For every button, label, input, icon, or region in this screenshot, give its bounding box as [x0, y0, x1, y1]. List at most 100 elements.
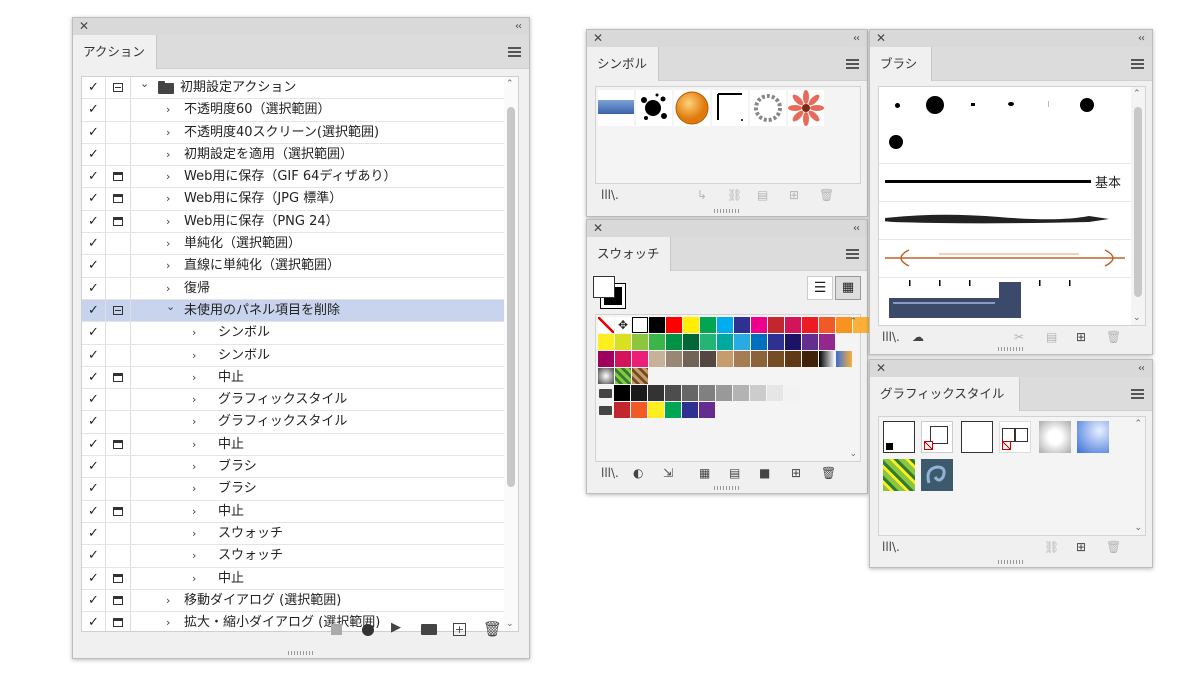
toggle-item-check-icon[interactable]: ✓	[82, 77, 106, 99]
symbol-options-icon[interactable]: ▤	[757, 188, 768, 202]
action-row[interactable]: ✓ ⌄ 未使用のパネル項目を削除	[82, 299, 518, 323]
toggle-item-check-icon[interactable]: ✓	[82, 344, 106, 366]
play-icon[interactable]: ▶	[391, 620, 401, 635]
swatch[interactable]	[682, 402, 698, 418]
library-icon[interactable]: lll\.	[882, 330, 900, 344]
style-green-pattern[interactable]	[883, 459, 915, 491]
break-link-icon[interactable]: ⛓	[727, 188, 742, 202]
toggle-dialog-cell[interactable]	[106, 121, 131, 143]
chevron-right-icon[interactable]: ›	[166, 122, 170, 144]
swatch[interactable]	[648, 385, 664, 401]
symbol-frame[interactable]	[712, 90, 748, 126]
toggle-dialog-cell[interactable]	[106, 77, 131, 99]
new-style-icon[interactable]: ⊞	[1076, 540, 1086, 554]
remove-stroke-icon[interactable]: ✂	[1014, 330, 1024, 344]
symbol-orange-button[interactable]	[674, 90, 710, 126]
panel-menu-icon[interactable]	[846, 249, 859, 259]
chevron-right-icon[interactable]: ›	[192, 345, 196, 367]
cc-libraries-icon[interactable]: ☁	[912, 330, 924, 344]
resize-grip[interactable]	[714, 209, 740, 213]
scroll-down-icon[interactable]: ⌄	[849, 449, 857, 459]
swatch[interactable]	[802, 317, 818, 333]
swatch[interactable]	[632, 351, 648, 367]
swatch[interactable]	[649, 317, 665, 333]
swatch[interactable]	[614, 402, 630, 418]
toggle-dialog-cell[interactable]	[106, 188, 131, 210]
stop-icon[interactable]	[331, 624, 342, 635]
collapse-icon[interactable]: ‹‹	[1138, 360, 1145, 377]
chevron-down-icon[interactable]: ⌄	[140, 77, 149, 95]
swatch[interactable]	[751, 317, 767, 333]
tab-graphic-styles[interactable]: グラフィックスタイル	[870, 377, 1020, 411]
actions-scrollbar[interactable]: ⌃ ⌄	[504, 77, 518, 631]
chevron-right-icon[interactable]: ›	[166, 188, 170, 210]
collapse-icon[interactable]: ‹‹	[1138, 30, 1145, 47]
swatch[interactable]	[700, 351, 716, 367]
toggle-dialog-cell[interactable]	[106, 277, 131, 299]
toggle-item-check-icon[interactable]: ✓	[82, 255, 106, 277]
delete-icon[interactable]: 🗑	[819, 188, 834, 202]
swatch[interactable]	[632, 317, 648, 333]
chevron-right-icon[interactable]: ›	[166, 255, 170, 277]
close-icon[interactable]: ✕	[593, 30, 603, 47]
fill-stroke-indicator[interactable]	[593, 276, 627, 310]
chevron-right-icon[interactable]: ›	[166, 166, 170, 188]
style-blue-glow[interactable]	[1077, 421, 1109, 453]
brush-decorative-art[interactable]	[879, 239, 1135, 275]
action-row[interactable]: ✓ › シンボル	[82, 322, 518, 345]
style-default-cmyk[interactable]	[921, 421, 953, 453]
brush-calligraphic-5[interactable]	[1031, 87, 1067, 123]
toggle-item-check-icon[interactable]: ✓	[82, 143, 106, 166]
resize-grip[interactable]	[998, 347, 1024, 351]
chevron-right-icon[interactable]: ›	[192, 568, 196, 590]
toggle-dialog-cell[interactable]	[106, 210, 131, 233]
chevron-right-icon[interactable]: ›	[166, 99, 170, 121]
toggle-item-check-icon[interactable]: ✓	[82, 366, 106, 389]
toggle-item-check-icon[interactable]: ✓	[82, 389, 106, 411]
swatch[interactable]	[785, 351, 801, 367]
resize-grip[interactable]	[714, 486, 740, 490]
library-icon[interactable]: lll\.	[601, 188, 619, 202]
toggle-item-check-icon[interactable]: ✓	[82, 188, 106, 210]
toggle-dialog-cell[interactable]	[106, 589, 131, 612]
symbol-blue-banner[interactable]	[598, 90, 634, 126]
toggle-item-check-icon[interactable]: ✓	[82, 277, 106, 299]
chevron-right-icon[interactable]: ›	[192, 523, 196, 545]
toggle-dialog-cell[interactable]	[106, 433, 131, 456]
swatch[interactable]	[733, 385, 749, 401]
swatch[interactable]	[614, 385, 630, 401]
panel-menu-icon[interactable]	[1131, 389, 1144, 399]
symbol-ring[interactable]	[750, 90, 786, 126]
toggle-dialog-cell[interactable]	[106, 478, 131, 500]
scroll-thumb[interactable]	[1134, 107, 1142, 297]
toggle-item-check-icon[interactable]: ✓	[82, 589, 106, 612]
toggle-item-check-icon[interactable]: ✓	[82, 478, 106, 500]
toggle-dialog-cell[interactable]	[106, 545, 131, 567]
swatch[interactable]	[615, 351, 631, 367]
toggle-dialog-cell[interactable]	[106, 522, 131, 545]
action-row[interactable]: ✓ › ブラシ	[82, 456, 518, 479]
chevron-right-icon[interactable]: ›	[166, 211, 170, 233]
chevron-right-icon[interactable]: ›	[166, 144, 170, 166]
swatch[interactable]	[767, 385, 783, 401]
chevron-down-icon[interactable]: ⌄	[166, 296, 175, 318]
swatch-pattern[interactable]	[615, 368, 631, 384]
panel-menu-icon[interactable]	[1131, 59, 1144, 69]
panel-menu-icon[interactable]	[508, 47, 521, 57]
toggle-dialog-cell[interactable]	[106, 344, 131, 366]
action-row[interactable]: ✓ › 復帰	[82, 277, 518, 300]
brush-options-icon[interactable]: ▤	[1046, 330, 1057, 344]
color-group-folder-icon[interactable]	[599, 406, 612, 415]
swatch[interactable]	[700, 317, 716, 333]
swatch-pattern[interactable]	[598, 368, 614, 384]
swatch[interactable]	[716, 385, 732, 401]
panel-menu-icon[interactable]	[846, 59, 859, 69]
swatch[interactable]	[751, 334, 767, 350]
swatch[interactable]	[785, 334, 801, 350]
chevron-right-icon[interactable]: ›	[192, 501, 196, 523]
swatch[interactable]	[666, 317, 682, 333]
swatch[interactable]	[598, 351, 614, 367]
toggle-item-check-icon[interactable]: ✓	[82, 299, 106, 322]
chevron-right-icon[interactable]: ›	[192, 322, 196, 344]
swatch[interactable]	[699, 402, 715, 418]
